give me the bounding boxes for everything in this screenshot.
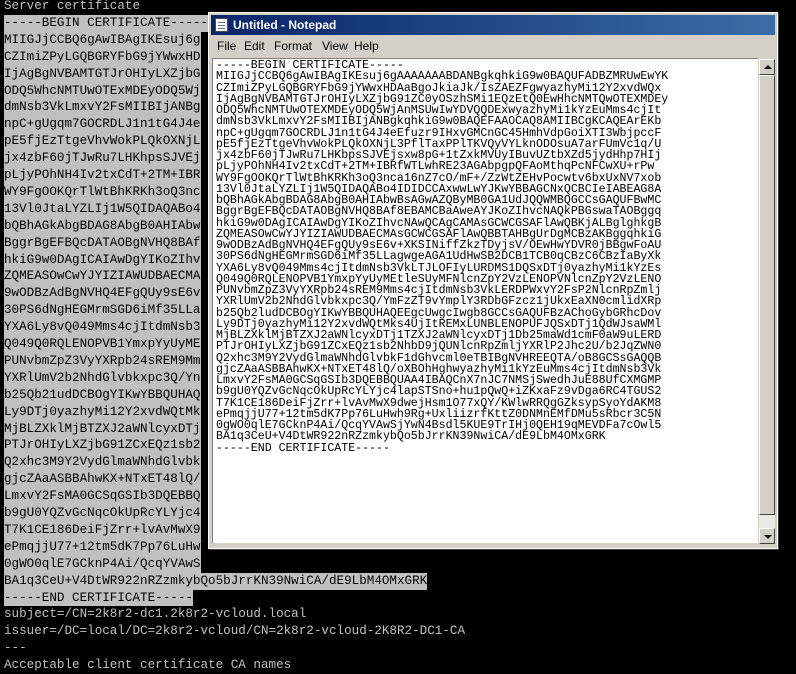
console-line: dmNsb3VkLmxvY2FsMIIBIjANBg (4, 99, 201, 117)
menu-view[interactable]: View (322, 39, 348, 53)
console-line: Q2xhc3M9Y2VydGlmaWNhdGlvbk (4, 454, 201, 472)
certificate-text: -----BEGIN CERTIFICATE----- MIIGJjCCBQ6g… (216, 59, 669, 455)
console-line: BggrBgEFBQcDATAOBgNVHQ8BAf (4, 234, 201, 252)
console-line: --- (4, 640, 27, 658)
console-line: 30PS6dNgHEGMrmSGD6iMf35LLa (4, 302, 201, 320)
menu-file[interactable]: File (217, 39, 236, 53)
console-line: subject=/CN=2k8r2-dc1.2k8r2-vcloud.local (4, 606, 307, 624)
console-line: Ly9DTj0yazhyMi12Y2xvdWQtMk (4, 403, 201, 421)
console-line: PUNvbmZpZ3VyYXRpb24sREM9Mm (4, 352, 201, 370)
menu-format[interactable]: Format (274, 39, 312, 53)
console-line: PTJrOHIyLXZjbG91ZCxEQz1sb2 (4, 437, 201, 455)
console-line: npC+gUgqm7GOCRDLJ1n1tG4J4e (4, 116, 201, 134)
menu-help[interactable]: Help (354, 39, 379, 53)
vertical-scrollbar[interactable] (759, 59, 775, 544)
console-line: pE5fjEzTtgeVhvWokPLQkOXNjL (4, 133, 201, 151)
console-line: 9wODBzAdBgNVHQ4EFgQUy9sE6v (4, 285, 201, 303)
scroll-down-button[interactable] (759, 528, 775, 544)
console-line: Server certificate (4, 0, 141, 15)
menu-bar: File Edit Format View Help (211, 36, 775, 56)
console-line: bQBhAGkAbgBDAG8AbgB0AHIAbw (4, 217, 201, 235)
notepad-icon (215, 18, 228, 32)
console-line: Acceptable client certificate CA names (4, 657, 292, 674)
console-line: CZImiZPyLGQBGRYFbG9jYWwxHD (4, 48, 201, 66)
console-line: pLjyPOhNH4Iv2txCdT+2TM+IBR (4, 167, 201, 184)
console-line: MIIGJjCCBQ6gAwIBAgIKEsuj6g (4, 31, 201, 49)
scroll-thumb[interactable] (759, 75, 775, 515)
console-line: MjBLZXklMjBTZXJ2aWNlcyxDTj (4, 420, 201, 438)
console-line: T7K1CE186DeiFjZrr+lvAvMwX9 (4, 521, 201, 539)
console-line: ODQ5WhcNMTUwOTExMDEyODQ5Wj (4, 82, 201, 100)
console-line: Q049Q0RQLENOPVB1YmxpYyUyME (4, 336, 201, 353)
console-line: YXA6Ly8vQ049Mms4cjItdmNsb3 (4, 319, 201, 337)
console-line: b9gU0YQZvGcNqcOkUpRcYLYjc4 (4, 505, 201, 522)
console-line: BA1q3CeU+V4DtWR922nRZzmkybQo5bJrrKN39Nwi… (4, 572, 428, 590)
scroll-down-arrow-icon (764, 535, 772, 539)
scroll-up-arrow-icon (764, 65, 772, 69)
console-line: WY9FgOOKQrTlWtBhKRKh3oQ3nc (4, 183, 201, 201)
console-line: hkiG9w0DAgICAIAwDgYIKoZIhv (4, 251, 201, 269)
text-editor[interactable]: -----BEGIN CERTIFICATE----- MIIGJjCCBQ6g… (212, 58, 758, 543)
window-title: Untitled - Notepad (233, 18, 337, 32)
console-line: YXRlUmV2b2NhdGlvbkxpc3Q/Yn (4, 369, 201, 387)
console-line: 13Vl0JtaLYZLIj1W5QIDAQABo4 (4, 200, 201, 218)
console-line: 0gWO0qlE7GCknP4Ai/QcqYVAwS (4, 555, 201, 573)
console-line: gjcZAaASBBAhwKX+NTxET48lQ/ (4, 471, 201, 489)
console-line: jx4zbF60jTJwRu7LHKhpsSJVEj (4, 150, 201, 168)
console-line: -----END CERTIFICATE----- (4, 589, 193, 607)
scroll-up-button[interactable] (759, 59, 775, 75)
console-line: ZQMEASOwCwYJYIZIAWUDBAECMA (4, 268, 201, 286)
menu-edit[interactable]: Edit (244, 39, 265, 53)
console-line: -----BEGIN CERTIFICATE----- (4, 14, 209, 32)
console-line: b25Qb21udDCBOgYIKwYBBQUHAQ (4, 386, 201, 404)
console-line: LmxvY2FsMA0GCSqGSIb3DQEBBQ (4, 488, 201, 506)
notepad-window[interactable]: Untitled - Notepad File Edit Format View… (208, 12, 778, 549)
title-bar[interactable]: Untitled - Notepad (211, 15, 775, 35)
console-line: IjAgBgNVBAMTGTJrOHIyLXZjbG (4, 65, 201, 83)
console-line: ePmqjjU77+12tm5dK7Pp76LuHw (4, 538, 201, 556)
console-line: issuer=/DC=local/DC=2k8r2-vcloud/CN=2k8r… (4, 623, 466, 641)
